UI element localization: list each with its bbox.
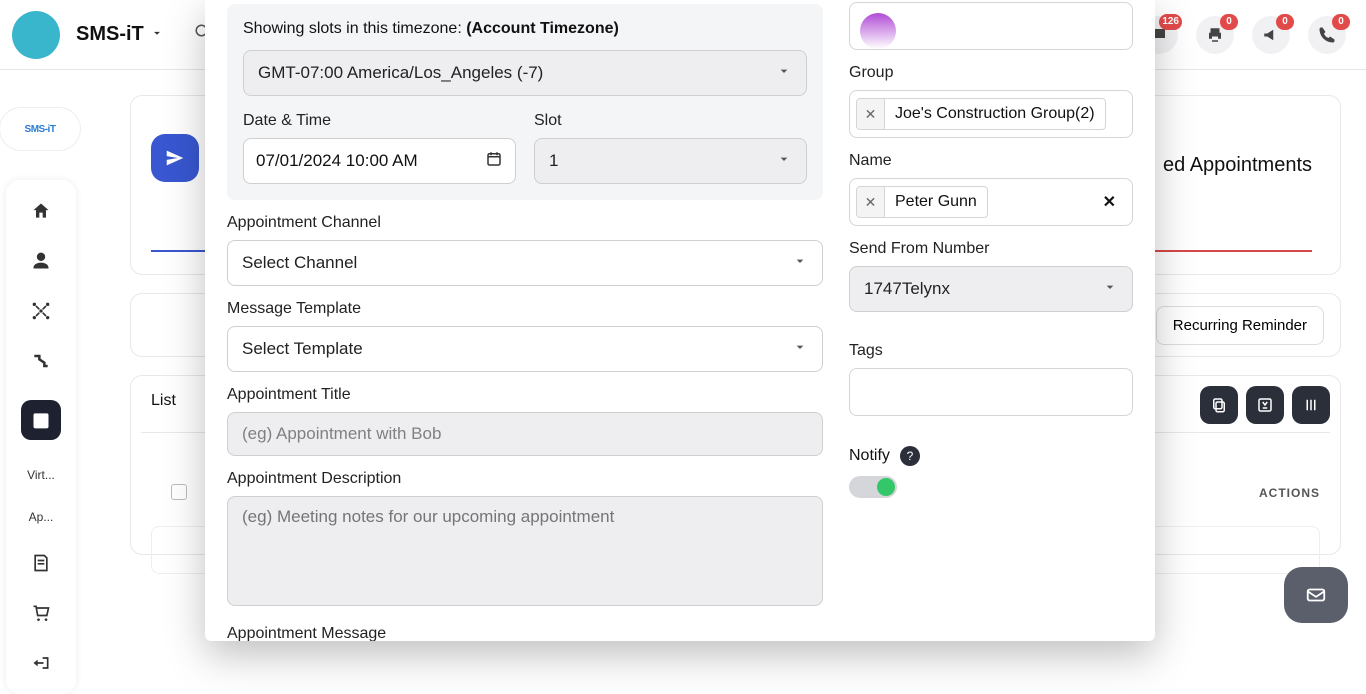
- chevron-down-icon: [792, 339, 808, 360]
- calendar-icon: [485, 150, 503, 173]
- nav-flow[interactable]: [30, 350, 52, 372]
- toolbar-columns[interactable]: [1292, 386, 1330, 424]
- header-print-button[interactable]: 0: [1196, 16, 1234, 54]
- tz-bold: (Account Timezone): [466, 20, 619, 37]
- chevron-down-icon: [776, 151, 792, 172]
- name-tag-text: Peter Gunn: [885, 193, 987, 211]
- nav-notes[interactable]: [30, 552, 52, 574]
- phone-icon: [1318, 26, 1336, 44]
- template-select[interactable]: Select Template: [227, 326, 823, 372]
- name-label: Name: [849, 152, 1133, 170]
- description-textarea[interactable]: [227, 496, 823, 606]
- timezone-select[interactable]: GMT-07:00 America/Los_Angeles (-7): [243, 50, 807, 96]
- rail-logo[interactable]: SMS-iT: [0, 108, 80, 150]
- toggle-knob: [877, 478, 895, 496]
- print-badge: 0: [1220, 14, 1238, 30]
- chevron-down-icon: [150, 23, 164, 46]
- recurring-reminder-button[interactable]: Recurring Reminder: [1156, 306, 1324, 345]
- template-value: Select Template: [242, 339, 363, 359]
- phone-badge: 0: [1332, 14, 1350, 30]
- chevron-down-icon: [792, 253, 808, 274]
- nav-home[interactable]: [30, 200, 52, 222]
- nav-cart[interactable]: [30, 602, 52, 624]
- date-time-input[interactable]: 07/01/2024 10:00 AM: [243, 138, 516, 184]
- header-phone-button[interactable]: 0: [1308, 16, 1346, 54]
- nav-logout[interactable]: [30, 652, 52, 674]
- printer-icon: [1206, 26, 1224, 44]
- mail-icon: [1302, 584, 1330, 606]
- nav-user[interactable]: [30, 250, 52, 272]
- desc-label: Appointment Description: [227, 470, 823, 488]
- support-chat-button[interactable]: [1284, 567, 1348, 623]
- appointment-modal: Showing slots in this timezone: (Account…: [205, 0, 1155, 641]
- left-rail: Virt... Ap...: [6, 180, 76, 694]
- ed-appointments-label: ed Appointments: [1163, 154, 1312, 177]
- notify-label: Notify: [849, 447, 890, 465]
- slot-select[interactable]: 1: [534, 138, 807, 184]
- brand-label: SMS-iT: [76, 23, 144, 46]
- th-actions: ACTIONS: [1259, 486, 1320, 500]
- date-label: Date & Time: [243, 112, 516, 130]
- channel-label: Appointment Channel: [227, 214, 823, 232]
- tab-list[interactable]: List: [151, 392, 176, 424]
- notify-row: Notify ?: [849, 446, 1133, 466]
- template-label: Message Template: [227, 300, 823, 318]
- help-icon[interactable]: ?: [900, 446, 920, 466]
- nav-network[interactable]: [30, 300, 52, 322]
- title-input[interactable]: [227, 412, 823, 456]
- timezone-line: Showing slots in this timezone: (Account…: [243, 20, 807, 38]
- columns-icon: [1302, 396, 1320, 414]
- rail-logo-text: SMS-iT: [25, 124, 56, 135]
- notify-toggle[interactable]: [849, 476, 897, 498]
- remove-group-icon[interactable]: ✕: [857, 99, 885, 129]
- timezone-box: Showing slots in this timezone: (Account…: [227, 4, 823, 200]
- group-tag: ✕ Joe's Construction Group(2): [856, 98, 1106, 130]
- table-toolbar: [1200, 386, 1330, 424]
- sendfrom-select[interactable]: 1747Telynx: [849, 266, 1133, 312]
- slot-value: 1: [549, 151, 558, 171]
- timezone-value: GMT-07:00 America/Los_Angeles (-7): [258, 63, 543, 83]
- brand-menu[interactable]: SMS-iT: [76, 23, 164, 46]
- chevron-down-icon: [1102, 279, 1118, 300]
- announce-badge: 0: [1276, 14, 1294, 30]
- group-label: Group: [849, 64, 1133, 82]
- copy-icon: [1210, 396, 1228, 414]
- tags-input[interactable]: [849, 368, 1133, 416]
- title-label: Appointment Title: [227, 386, 823, 404]
- color-swatch: [860, 13, 896, 49]
- channel-value: Select Channel: [242, 253, 357, 273]
- sendfrom-label: Send From Number: [849, 240, 1133, 258]
- group-tagbox[interactable]: ✕ Joe's Construction Group(2): [849, 90, 1133, 138]
- date-value: 07/01/2024 10:00 AM: [256, 151, 418, 171]
- toolbar-copy[interactable]: [1200, 386, 1238, 424]
- modal-right-column: Group ✕ Joe's Construction Group(2) Name…: [849, 0, 1133, 641]
- sendfrom-value: 1747Telynx: [864, 279, 950, 299]
- nav-calendar[interactable]: [21, 400, 61, 440]
- remove-name-icon[interactable]: ✕: [857, 187, 885, 217]
- megaphone-icon: [1262, 26, 1280, 44]
- tz-prefix: Showing slots in this timezone:: [243, 20, 466, 37]
- clear-name-icon[interactable]: ✕: [1103, 192, 1116, 212]
- send-icon: [164, 147, 186, 169]
- header-announce-button[interactable]: 0: [1252, 16, 1290, 54]
- tags-label: Tags: [849, 342, 1133, 360]
- avatar[interactable]: [12, 11, 60, 59]
- toolbar-export[interactable]: [1246, 386, 1284, 424]
- slot-label: Slot: [534, 112, 807, 130]
- color-box[interactable]: [849, 2, 1133, 50]
- send-button[interactable]: [151, 134, 199, 182]
- export-icon: [1256, 396, 1274, 414]
- header-actions: 126 0 0 0: [1140, 16, 1356, 54]
- msg-label: Appointment Message: [227, 625, 823, 641]
- nav-text-virt[interactable]: Virt...: [27, 468, 55, 482]
- chat-badge: 126: [1159, 14, 1182, 30]
- select-all-checkbox[interactable]: [171, 484, 187, 500]
- name-tagbox[interactable]: ✕ Peter Gunn ✕: [849, 178, 1133, 226]
- nav-text-ap[interactable]: Ap...: [29, 510, 54, 524]
- group-tag-text: Joe's Construction Group(2): [885, 105, 1105, 123]
- modal-left-column: Showing slots in this timezone: (Account…: [227, 0, 823, 641]
- chevron-down-icon: [776, 63, 792, 84]
- name-tag: ✕ Peter Gunn: [856, 186, 988, 218]
- channel-select[interactable]: Select Channel: [227, 240, 823, 286]
